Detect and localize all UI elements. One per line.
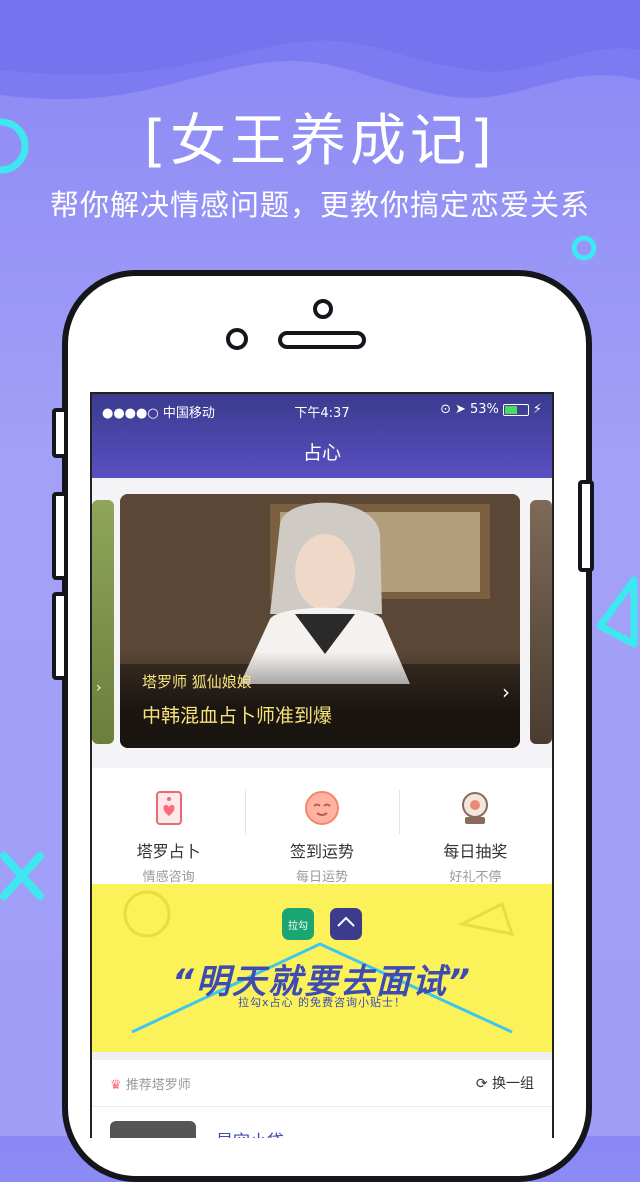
rotation-lock-icon: ⊙ bbox=[440, 402, 452, 417]
status-right: ⊙ ➤ 53% ⚡ bbox=[440, 402, 542, 417]
crystal-ball-icon bbox=[462, 792, 489, 824]
banner-carousel[interactable]: › 塔罗师 狐仙娘娘 中韩混血占卜师准到爆 › bbox=[92, 478, 552, 768]
teacher-avatar bbox=[110, 1121, 196, 1138]
teacher-list-item[interactable]: 星空小袋 bbox=[92, 1106, 552, 1138]
power-button bbox=[578, 480, 594, 572]
feature-tarot[interactable]: 塔罗占卜 情感咨询 bbox=[92, 768, 245, 885]
refresh-label: 换一组 bbox=[492, 1076, 534, 1092]
card-teacher-name: 塔罗师 狐仙娘娘 bbox=[142, 673, 252, 691]
crown-icon: ♛ bbox=[110, 1078, 122, 1093]
previous-card[interactable]: › bbox=[92, 500, 114, 744]
teacher-name: 星空小袋 bbox=[216, 1127, 284, 1138]
proximity-sensor bbox=[313, 299, 333, 319]
page-title: 占心 bbox=[302, 442, 341, 464]
banner-subtext: 拉勾x占心 的免费咨询小贴士！ bbox=[237, 996, 406, 1009]
status-bar: ●●●●○ 中国移动 下午4:37 ⊙ ➤ 53% ⚡ bbox=[92, 402, 552, 424]
volume-up-button bbox=[52, 492, 68, 580]
volume-down-button bbox=[52, 592, 68, 680]
recommend-title-group: ♛ 推荐塔罗师 bbox=[110, 1074, 191, 1093]
small-ring-decoration bbox=[571, 235, 597, 261]
cross-decoration bbox=[0, 852, 44, 900]
app-screen: ●●●●○ 中国移动 下午4:37 ⊙ ➤ 53% ⚡ 占心 › 塔罗师 狐仙娘… bbox=[90, 392, 554, 1138]
feature-row: 塔罗占卜 情感咨询 签到运势 每日运势 每日抽奖 好礼不停 bbox=[92, 768, 552, 885]
card-caption: 中韩混血占卜师准到爆 bbox=[142, 705, 333, 727]
next-card[interactable] bbox=[530, 500, 552, 744]
promo-title: [女王养成记] bbox=[144, 109, 496, 174]
promo-subtitle: 帮你解决情感问题，更教你搞定恋爱关系 bbox=[49, 188, 590, 222]
refresh-button[interactable]: ⟳ 换一组 bbox=[476, 1073, 534, 1093]
feature-tarot-sub: 情感咨询 bbox=[142, 870, 195, 885]
feature-tarot-title: 塔罗占卜 bbox=[136, 842, 201, 861]
mute-switch bbox=[52, 408, 68, 458]
charging-icon: ⚡ bbox=[532, 402, 542, 417]
featured-card[interactable]: 塔罗师 狐仙娘娘 中韩混血占卜师准到爆 › bbox=[120, 494, 520, 748]
promo-banner[interactable]: 拉勾 “明天就要去面试” 拉勾x占心 的免费咨询小贴士！ bbox=[92, 884, 552, 1052]
smiley-face-icon bbox=[304, 791, 339, 825]
app-header: ●●●●○ 中国移动 下午4:37 ⊙ ➤ 53% ⚡ 占心 bbox=[92, 394, 552, 478]
battery-percent: 53% bbox=[469, 402, 499, 417]
feature-checkin-sub: 每日运势 bbox=[295, 870, 348, 885]
refresh-icon: ⟳ bbox=[475, 1076, 488, 1092]
recommend-header: ♛ 推荐塔罗师 ⟳ 换一组 bbox=[92, 1052, 552, 1106]
feature-checkin[interactable]: 签到运势 每日运势 bbox=[245, 768, 398, 885]
feature-lottery-sub: 好礼不停 bbox=[449, 870, 502, 885]
feature-lottery[interactable]: 每日抽奖 好礼不停 bbox=[398, 768, 552, 885]
feature-lottery-title: 每日抽奖 bbox=[443, 842, 508, 861]
recommend-title: 推荐塔罗师 bbox=[125, 1078, 191, 1093]
front-camera bbox=[226, 328, 248, 350]
lagou-badge-text: 拉勾 bbox=[288, 919, 308, 932]
battery-icon bbox=[502, 403, 529, 416]
triangle-decoration bbox=[596, 576, 638, 648]
tarot-card-icon bbox=[155, 791, 182, 825]
caption-overlay bbox=[120, 652, 520, 748]
earpiece-speaker bbox=[278, 331, 366, 349]
chevron-right-icon: › bbox=[96, 680, 102, 696]
location-icon: ➤ bbox=[455, 402, 466, 417]
chevron-right-icon[interactable]: › bbox=[502, 680, 510, 704]
feature-checkin-title: 签到运势 bbox=[289, 842, 354, 861]
